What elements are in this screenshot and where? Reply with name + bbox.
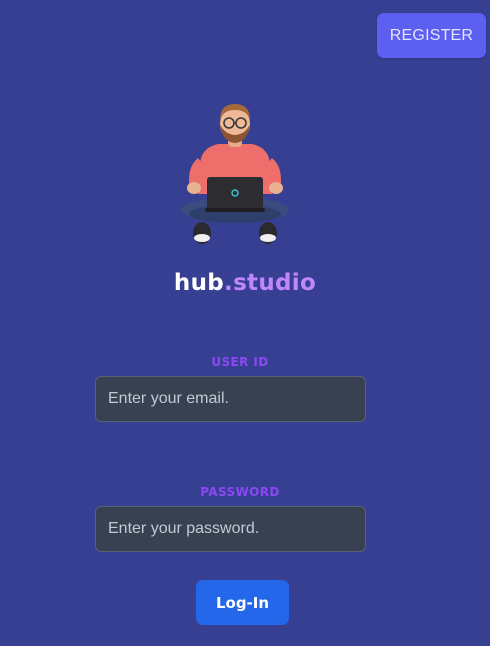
user-id-label: USER ID (211, 355, 269, 369)
password-field[interactable] (95, 506, 366, 552)
brand-name: hub (173, 270, 225, 296)
person-with-laptop-avatar (181, 104, 289, 244)
brand-logo: hub.studio (0, 266, 490, 300)
email-field[interactable] (95, 376, 366, 422)
register-button[interactable]: REGISTER (377, 13, 486, 58)
login-button[interactable]: Log-In (196, 580, 289, 625)
brand-suffix: .studio (224, 270, 317, 296)
password-label: PASSWORD (200, 485, 280, 499)
